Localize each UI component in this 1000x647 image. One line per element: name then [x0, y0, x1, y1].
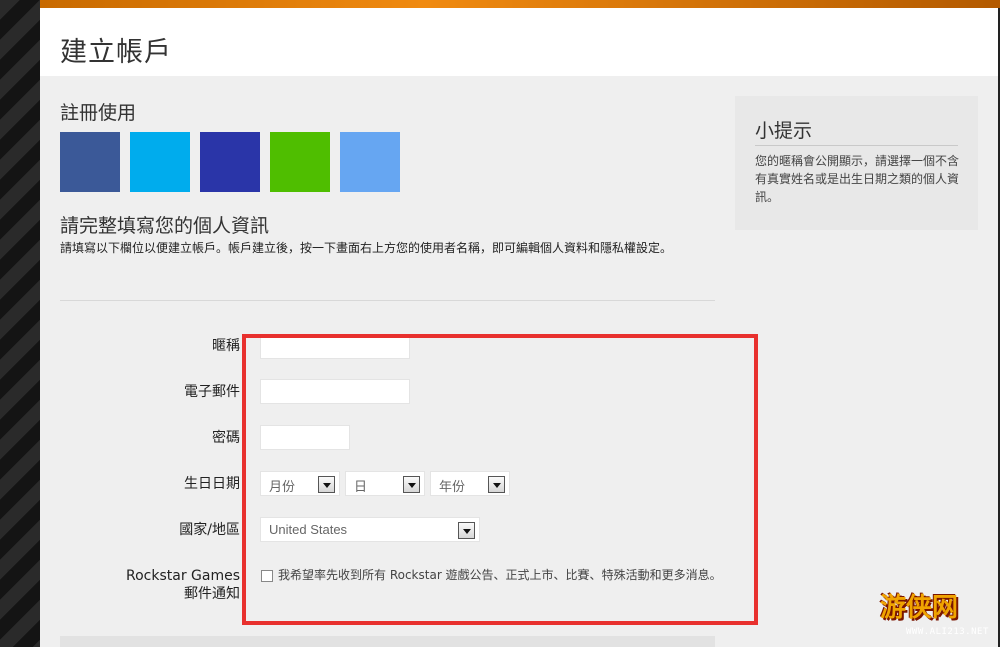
- country-select[interactable]: United States: [260, 517, 480, 542]
- email-label: 電子郵件: [184, 384, 240, 400]
- create-account-page: 建立帳戶 註冊使用 請完整填寫您的個人資訊 請填寫以下欄位以便建立帳戶。帳戶建立…: [40, 8, 998, 647]
- section-divider: [60, 300, 715, 301]
- notify-label: Rockstar Games 郵件通知: [40, 567, 240, 603]
- tips-panel: 小提示 您的暱稱會公開顯示，請選擇一個不含有真實姓名或是出生日期之類的個人資訊。: [735, 96, 978, 230]
- country-label: 國家/地區: [179, 522, 240, 538]
- notify-checkbox[interactable]: [261, 570, 273, 582]
- nickname-label: 暱稱: [212, 338, 240, 354]
- info-description: 請填寫以下欄位以便建立帳戶。帳戶建立後，按一下畫面右上方您的使用者名稱，即可編輯…: [60, 241, 673, 255]
- social-button-2[interactable]: [130, 132, 190, 192]
- birthday-label: 生日日期: [184, 476, 240, 492]
- social-button-5[interactable]: [340, 132, 400, 192]
- page-title: 建立帳戶: [60, 37, 172, 68]
- year-select[interactable]: 年份: [430, 471, 510, 496]
- info-title: 請完整填寫您的個人資訊: [60, 215, 270, 237]
- register-title: 註冊使用: [60, 102, 137, 124]
- top-accent-strip: [40, 0, 1000, 8]
- social-button-1[interactable]: [60, 132, 120, 192]
- watermark-url: WWW.ALI213.NET: [906, 627, 989, 637]
- notify-label-line1: Rockstar Games: [125, 568, 240, 584]
- tips-title: 小提示: [755, 120, 813, 142]
- nickname-input[interactable]: [260, 334, 410, 359]
- tips-text: 您的暱稱會公開顯示，請選擇一個不含有真實姓名或是出生日期之類的個人資訊。: [755, 154, 960, 204]
- month-select-value: 月份: [269, 479, 296, 494]
- background-texture: [0, 0, 40, 647]
- chevron-down-icon[interactable]: [458, 522, 475, 539]
- year-select-value: 年份: [439, 479, 466, 494]
- watermark-logo: 游侠网: [880, 593, 959, 623]
- tips-divider: [755, 145, 958, 146]
- chevron-down-icon[interactable]: [318, 476, 335, 493]
- password-label: 密碼: [212, 430, 240, 446]
- watermark: 游侠网 WWW.ALI213.NET: [876, 585, 998, 643]
- page-header: 建立帳戶: [40, 8, 998, 76]
- password-input[interactable]: [260, 425, 350, 450]
- bottom-section-bar: [60, 636, 715, 647]
- month-select[interactable]: 月份: [260, 471, 340, 496]
- day-select-value: 日: [354, 479, 368, 494]
- country-select-value: United States: [269, 522, 348, 537]
- notify-checkbox-label[interactable]: 我希望率先收到所有 Rockstar 遊戲公告、正式上市、比賽、特殊活動和更多消…: [278, 567, 738, 584]
- social-button-4[interactable]: [270, 132, 330, 192]
- day-select[interactable]: 日: [345, 471, 425, 496]
- chevron-down-icon[interactable]: [488, 476, 505, 493]
- social-button-3[interactable]: [200, 132, 260, 192]
- chevron-down-icon[interactable]: [403, 476, 420, 493]
- email-input[interactable]: [260, 379, 410, 404]
- notify-label-line2: 郵件通知: [184, 586, 240, 602]
